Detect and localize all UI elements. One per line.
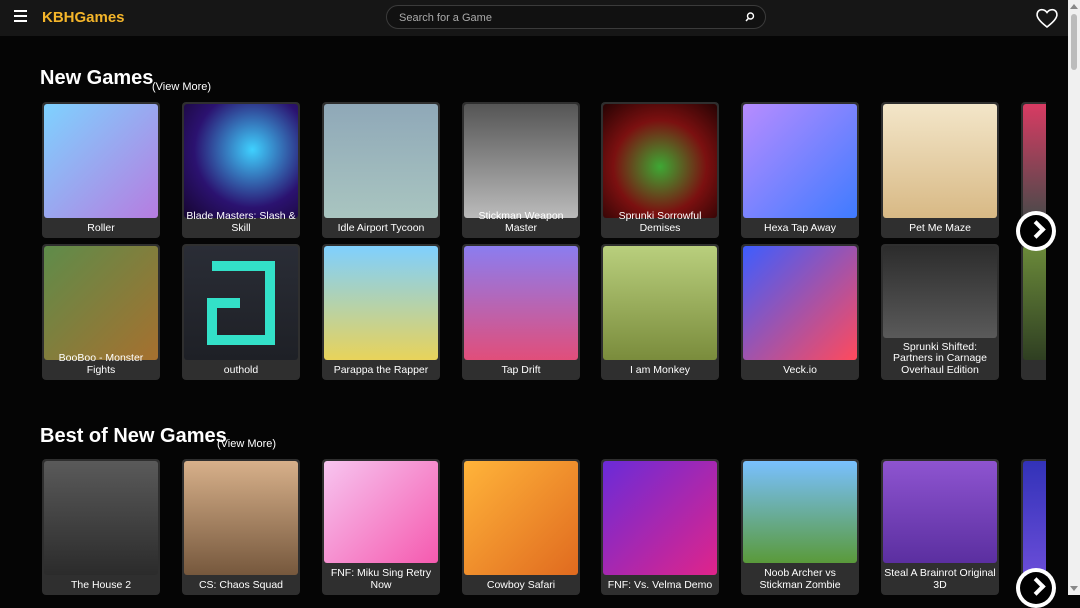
game-title: Pet Me Maze (909, 221, 971, 234)
game-thumbnail (1023, 104, 1046, 218)
game-card[interactable]: FNF: Miku Sing Retry Now (322, 459, 440, 595)
game-thumbnail (184, 246, 298, 360)
game-thumbnail (184, 461, 298, 575)
section-title-best-of-new-games: Best of New Games (40, 425, 227, 447)
game-title: Cowboy Safari (486, 578, 556, 591)
game-card[interactable]: Veck.io (741, 244, 859, 380)
game-title: Stickman Weapon Master (478, 210, 564, 234)
game-thumbnail (1023, 461, 1046, 575)
view-more-best-of-new-games-link[interactable]: (View More) (217, 438, 276, 450)
game-card[interactable]: Idle Airport Tycoon (322, 102, 440, 238)
game-card[interactable]: Hexa Tap Away (741, 102, 859, 238)
game-card[interactable]: Steal A Brainrot Original 3D (881, 459, 999, 595)
game-card[interactable]: BooBoo - Monster Fights (42, 244, 160, 380)
game-card[interactable]: I am Monkey (601, 244, 719, 380)
game-thumbnail (603, 104, 717, 218)
carousel-next-button[interactable] (1016, 568, 1056, 608)
view-more-new-games-link[interactable]: (View More) (152, 81, 211, 93)
new-games-row-1: Roller Blade Masters: Slash & Skill Idle… (40, 102, 1046, 242)
carousel-next-button[interactable] (1016, 211, 1056, 251)
page-scrollbar[interactable] (1068, 0, 1080, 595)
game-title: outhold (223, 363, 259, 376)
game-card[interactable]: The House 2 (42, 459, 160, 595)
game-title: Noob Archer vs Stickman Zombie (759, 567, 841, 591)
game-card[interactable]: Sprunki Sorrowful Demises (601, 102, 719, 238)
search-icon[interactable] (744, 11, 756, 23)
game-card[interactable]: outhold (182, 244, 300, 380)
game-title: Sprunki Shifted: Partners in Carnage Ove… (893, 340, 987, 376)
game-title: Parappa the Rapper (333, 363, 429, 376)
scrollbar-thumb[interactable] (1071, 14, 1077, 70)
site-logo[interactable]: KBHGames (42, 9, 125, 26)
game-thumbnail (184, 104, 298, 218)
game-card[interactable]: Stickman Weapon Master (462, 102, 580, 238)
game-title: CS: Chaos Squad (198, 578, 284, 591)
game-card[interactable]: CS: Chaos Squad (182, 459, 300, 595)
game-title: BooBoo - Monster Fights (58, 352, 144, 376)
game-card[interactable]: Parappa the Rapper (322, 244, 440, 380)
game-thumbnail (464, 104, 578, 218)
game-thumbnail (44, 246, 158, 360)
section-title-new-games: New Games (40, 67, 154, 89)
game-title: I am Monkey (629, 363, 691, 376)
game-card[interactable]: Tap Drift (462, 244, 580, 380)
game-thumbnail (883, 104, 997, 218)
game-thumbnail (1023, 246, 1046, 360)
game-card[interactable]: Sprunki Shifted: Partners in Carnage Ove… (881, 244, 999, 380)
game-card[interactable]: Noob Archer vs Stickman Zombie (741, 459, 859, 595)
top-navigation-bar: KBHGames (0, 0, 1068, 36)
chevron-right-icon (1027, 220, 1046, 239)
game-thumbnail (324, 104, 438, 218)
chevron-right-icon (1027, 577, 1046, 596)
hamburger-menu-icon[interactable] (14, 10, 27, 22)
heart-icon[interactable] (1035, 7, 1059, 29)
game-thumbnail (44, 461, 158, 575)
game-thumbnail (883, 246, 997, 338)
game-thumbnail (464, 246, 578, 360)
game-thumbnail (603, 461, 717, 575)
game-card[interactable]: Blade Masters: Slash & Skill (182, 102, 300, 238)
game-title: Veck.io (783, 363, 817, 376)
game-title: FNF: Miku Sing Retry Now (330, 567, 432, 591)
scroll-up-arrow-icon[interactable] (1070, 4, 1078, 9)
game-thumbnail (464, 461, 578, 575)
scroll-down-arrow-icon[interactable] (1070, 586, 1078, 591)
game-thumbnail (324, 461, 438, 563)
game-title: FNF: Vs. Velma Demo (607, 578, 713, 591)
game-thumbnail (324, 246, 438, 360)
game-title: Blade Masters: Slash & Skill (186, 210, 296, 234)
game-title: The House 2 (70, 578, 132, 591)
game-title: Sprunki Sorrowful Demises (618, 210, 702, 234)
game-card[interactable]: Pet Me Maze (881, 102, 999, 238)
search-bar[interactable] (386, 5, 766, 29)
game-thumbnail (743, 246, 857, 360)
game-card[interactable]: Roller (42, 102, 160, 238)
game-thumbnail (44, 104, 158, 218)
game-card[interactable] (1021, 244, 1046, 380)
new-games-row-2: BooBoo - Monster Fights outhold Parappa … (40, 244, 1046, 384)
game-card[interactable]: Cowboy Safari (462, 459, 580, 595)
game-title: Roller (87, 221, 115, 234)
game-thumbnail (743, 461, 857, 563)
game-title: Steal A Brainrot Original 3D (884, 567, 996, 591)
game-thumbnail (603, 246, 717, 360)
game-thumbnail (883, 461, 997, 563)
game-title: Hexa Tap Away (764, 221, 836, 234)
game-title: Tap Drift (501, 363, 541, 376)
search-input[interactable] (397, 9, 731, 27)
game-thumbnail (743, 104, 857, 218)
best-of-new-games-row: The House 2 CS: Chaos Squad FNF: Miku Si… (40, 459, 1046, 599)
game-title: Idle Airport Tycoon (337, 221, 425, 234)
game-card[interactable]: FNF: Vs. Velma Demo (601, 459, 719, 595)
